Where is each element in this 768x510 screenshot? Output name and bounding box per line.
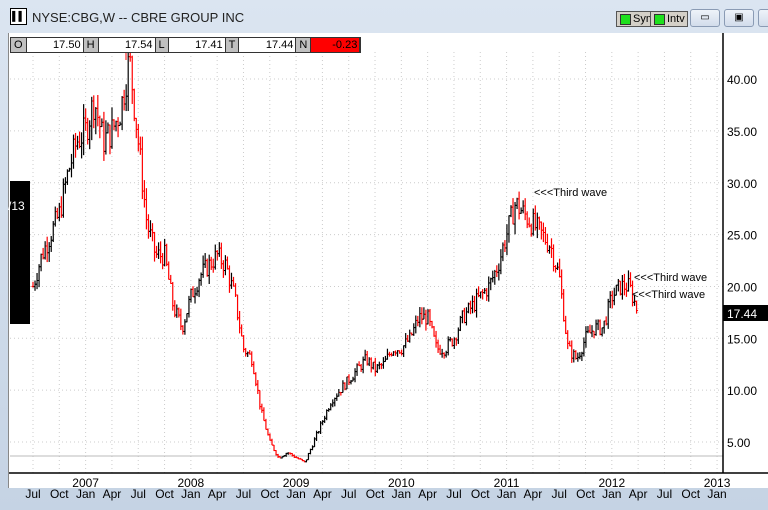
price-chart[interactable]: 5.00 10.00 15.00 20.00 25.00 30.00 35.00 40.00 J… — [0, 0, 768, 510]
month-tick-label: Jul — [236, 487, 251, 501]
month-tick-label: Oct — [50, 487, 69, 501]
month-tick-label: Jul — [552, 487, 567, 501]
low-label: L — [155, 38, 169, 52]
high-label: H — [83, 38, 99, 52]
y-tick-label: 5.00 — [727, 436, 751, 450]
annotation-third-wave: <<<Third wave — [534, 187, 607, 199]
chart-window: ▌▌ NYSE:CBG,W -- CBRE GROUP INC Sym Intv… — [0, 0, 768, 510]
year-tick-label: 2010 — [388, 476, 415, 490]
month-tick-label: Oct — [681, 487, 700, 501]
year-tick-label: 2008 — [178, 476, 205, 490]
y-tick-label: 25.00 — [727, 229, 757, 243]
month-tick-label: Apr — [524, 487, 543, 501]
open-label: O — [11, 38, 27, 52]
open-value: 17.50 — [27, 38, 84, 52]
month-tick-label: Apr — [418, 487, 437, 501]
y-tick-label: 10.00 — [727, 384, 757, 398]
y-tick-label: 35.00 — [727, 125, 757, 139]
month-tick-label: Apr — [103, 487, 122, 501]
month-tick-label: Jul — [25, 487, 40, 501]
month-tick-label: Apr — [313, 487, 332, 501]
high-value: 17.54 — [99, 38, 156, 52]
year-tick-label: 2007 — [72, 476, 99, 490]
year-tick-label: 2012 — [598, 476, 625, 490]
month-tick-label: Apr — [629, 487, 648, 501]
month-tick-label: Apr — [208, 487, 227, 501]
last-label: T — [225, 38, 240, 52]
month-tick-label: Jul — [131, 487, 146, 501]
low-value: 17.41 — [169, 38, 226, 52]
year-tick-label: 2011 — [494, 476, 520, 490]
change-value: -0.23 — [311, 38, 361, 52]
month-tick-label: Oct — [366, 487, 385, 501]
month-tick-label: Oct — [155, 487, 174, 501]
month-tick-label: Jul — [657, 487, 672, 501]
ohlc-readout: O 17.50 H 17.54 L 17.41 T 17.44 N -0.23 — [10, 37, 362, 53]
annotation-third-wave: <<<Third wave — [634, 272, 707, 284]
y-tick-label: 30.00 — [727, 177, 757, 191]
month-tick-label: Oct — [260, 487, 279, 501]
left-date-label: /13 — [8, 199, 25, 213]
month-tick-label: Oct — [471, 487, 490, 501]
year-tick-label: 2013 — [704, 476, 731, 490]
month-tick-label: Oct — [576, 487, 595, 501]
annotation-third-wave: <<<Third wave — [632, 289, 705, 301]
y-tick-label: 40.00 — [727, 73, 757, 87]
year-tick-label: 2009 — [283, 476, 310, 490]
y-tick-label: 15.00 — [727, 332, 757, 346]
y-tick-label: 20.00 — [727, 280, 757, 294]
month-tick-label: Jul — [341, 487, 356, 501]
change-label: N — [296, 38, 312, 52]
last-value: 17.44 — [239, 38, 297, 52]
last-price-label: 17.44 — [727, 307, 757, 321]
month-tick-label: Jul — [446, 487, 461, 501]
